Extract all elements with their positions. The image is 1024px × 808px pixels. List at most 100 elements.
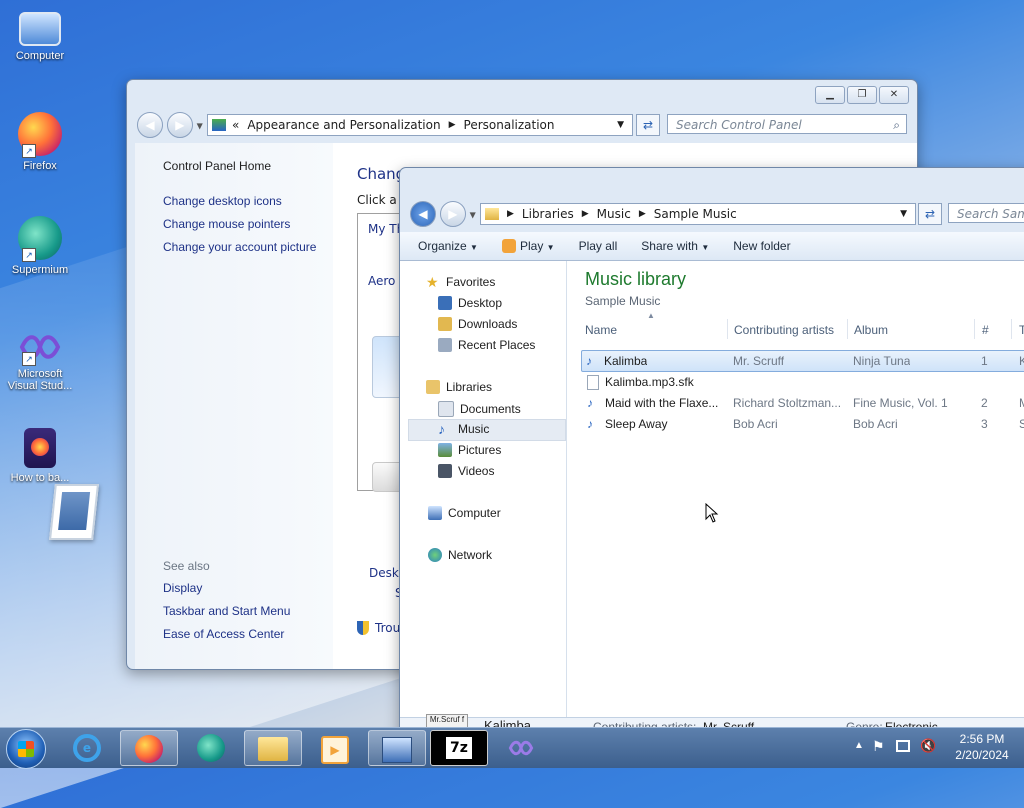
address-overflow[interactable]: « bbox=[232, 118, 239, 132]
breadcrumb-sample-music[interactable]: Sample Music bbox=[654, 207, 737, 221]
explorer-search-input[interactable]: Search Samp bbox=[948, 203, 1024, 223]
supermium-icon bbox=[197, 734, 225, 762]
nav-documents[interactable]: Documents bbox=[438, 401, 521, 417]
forward-button[interactable]: ▶ bbox=[439, 201, 466, 227]
recent-pages-dropdown-icon[interactable]: ▼ bbox=[470, 211, 476, 220]
play-all-button[interactable]: Play all bbox=[567, 239, 630, 253]
taskbar-7zip[interactable]: 7z bbox=[430, 730, 488, 766]
breadcrumb-libraries[interactable]: Libraries bbox=[522, 207, 574, 221]
link-ease-of-access[interactable]: Ease of Access Center bbox=[163, 627, 284, 641]
column-header-album[interactable]: Album bbox=[854, 323, 888, 337]
folder-icon bbox=[485, 208, 499, 220]
link-change-desktop-icons[interactable]: Change desktop icons bbox=[163, 194, 282, 208]
music-file-icon: ♪ bbox=[586, 354, 592, 368]
documents-icon bbox=[438, 401, 454, 417]
restore-button[interactable]: ❐ bbox=[847, 86, 877, 104]
new-folder-button[interactable]: New folder bbox=[721, 239, 802, 253]
play-menu[interactable]: Play ▼ bbox=[490, 239, 567, 254]
desktop-icon-how-to[interactable]: How to ba... bbox=[2, 428, 78, 484]
minimize-button[interactable]: ▁ bbox=[815, 86, 845, 104]
nav-computer[interactable]: Computer bbox=[428, 506, 501, 520]
nav-videos[interactable]: Videos bbox=[438, 464, 494, 478]
link-change-account-picture[interactable]: Change your account picture bbox=[163, 240, 316, 254]
nav-recent-places[interactable]: Recent Places bbox=[438, 338, 535, 352]
libraries-icon bbox=[426, 380, 440, 394]
firefox-icon bbox=[135, 735, 163, 763]
action-center-flag-icon[interactable]: ⚑ bbox=[872, 738, 885, 755]
link-taskbar-start-menu[interactable]: Taskbar and Start Menu bbox=[163, 604, 290, 618]
back-button[interactable]: ◀ bbox=[410, 201, 436, 227]
taskbar-visual-studio[interactable] bbox=[492, 730, 550, 766]
column-header-name[interactable]: Name bbox=[585, 323, 617, 337]
file-row-maid[interactable]: ♪ Maid with the Flaxe... Richard Stoltzm… bbox=[581, 393, 1024, 413]
back-button[interactable]: ◀ bbox=[137, 112, 163, 138]
desktop-icon bbox=[438, 296, 452, 310]
nav-downloads[interactable]: Downloads bbox=[438, 317, 517, 331]
desktop-icon-visual-studio[interactable]: ↗ Microsoft Visual Stud... bbox=[2, 330, 78, 392]
recent-pages-dropdown-icon[interactable]: ▼ bbox=[197, 122, 203, 131]
play-icon bbox=[501, 239, 516, 254]
taskbar-file-explorer[interactable] bbox=[244, 730, 302, 766]
address-dropdown-icon[interactable]: ▼ bbox=[900, 209, 907, 219]
taskbar-supermium[interactable] bbox=[182, 730, 240, 766]
nav-libraries[interactable]: Libraries bbox=[426, 380, 492, 394]
troubleshoot-link[interactable]: Trou bbox=[375, 621, 400, 635]
network-tray-icon[interactable] bbox=[896, 740, 910, 752]
desktop-icon-supermium[interactable]: ↗ Supermium bbox=[2, 216, 78, 276]
videos-icon bbox=[438, 464, 452, 478]
refresh-button[interactable]: ⇄ bbox=[636, 114, 660, 136]
sort-ascending-icon: ▲ bbox=[647, 311, 655, 320]
nav-pictures[interactable]: Pictures bbox=[438, 443, 501, 457]
file-row-kalimba-sfk[interactable]: Kalimba.mp3.sfk bbox=[581, 372, 1024, 392]
nav-network[interactable]: Network bbox=[428, 548, 492, 562]
taskbar-control-panel[interactable] bbox=[368, 730, 426, 766]
see-also-heading: See also bbox=[163, 559, 210, 573]
link-change-mouse-pointers[interactable]: Change mouse pointers bbox=[163, 217, 290, 231]
file-row-sleep-away[interactable]: ♪ Sleep Away Bob Acri Bob Acri 3 S bbox=[581, 414, 1024, 434]
link-display[interactable]: Display bbox=[163, 581, 202, 595]
breadcrumb-personalization[interactable]: Personalization bbox=[464, 118, 555, 132]
link-control-panel-home[interactable]: Control Panel Home bbox=[163, 159, 271, 173]
refresh-button[interactable]: ⇄ bbox=[918, 203, 942, 225]
breadcrumb-music[interactable]: Music bbox=[597, 207, 631, 221]
explorer-window[interactable]: ◀ ▶ ▼ ▶ Libraries ▶ Music ▶ Sample Music… bbox=[399, 167, 1024, 739]
explorer-address-bar[interactable]: ▶ Libraries ▶ Music ▶ Sample Music ▼ bbox=[480, 203, 916, 225]
column-header-title[interactable]: T bbox=[1019, 323, 1024, 337]
taskbar-internet-explorer[interactable]: e bbox=[58, 730, 116, 766]
media-player-icon: ▶ bbox=[321, 736, 349, 764]
clock-time[interactable]: 2:56 PM bbox=[952, 732, 1012, 746]
column-header-artists[interactable]: Contributing artists bbox=[734, 323, 834, 337]
nav-music[interactable]: ♪ Music bbox=[438, 422, 489, 436]
explorer-nav-buttons: ◀ ▶ ▼ bbox=[410, 201, 476, 227]
recycle-window-icon[interactable] bbox=[49, 484, 99, 540]
file-album: Bob Acri bbox=[853, 417, 898, 431]
share-with-menu[interactable]: Share with ▼ bbox=[629, 239, 721, 253]
desktop-icon-label: Supermium bbox=[11, 264, 69, 276]
control-panel-search-input[interactable]: Search Control Panel ⌕ bbox=[667, 114, 907, 134]
control-panel-address-bar[interactable]: « Appearance and Personalization ▶ Perso… bbox=[207, 114, 633, 136]
column-header-number[interactable]: # bbox=[982, 323, 989, 337]
nav-desktop[interactable]: Desktop bbox=[438, 296, 502, 310]
forward-button[interactable]: ▶ bbox=[166, 112, 193, 138]
start-button[interactable] bbox=[6, 729, 46, 769]
breadcrumb-appearance[interactable]: Appearance and Personalization bbox=[247, 118, 440, 132]
file-title: S bbox=[1019, 417, 1024, 431]
supermium-icon: ↗ bbox=[18, 216, 62, 262]
desktop-icon-firefox[interactable]: ↗ Firefox bbox=[2, 112, 78, 172]
shortcut-arrow-icon: ↗ bbox=[22, 248, 36, 262]
volume-muted-icon[interactable]: 🔇 bbox=[920, 738, 936, 754]
taskbar-firefox[interactable] bbox=[120, 730, 178, 766]
organize-menu[interactable]: Organize ▼ bbox=[400, 239, 490, 253]
taskbar-media-player[interactable]: ▶ bbox=[306, 730, 364, 766]
file-number: 2 bbox=[981, 396, 988, 410]
shortcut-arrow-icon: ↗ bbox=[22, 144, 36, 158]
control-panel-icon bbox=[212, 119, 226, 131]
nav-favorites[interactable]: ★ Favorites bbox=[426, 275, 495, 289]
desktop-icon-computer[interactable]: Computer bbox=[2, 8, 78, 62]
address-dropdown-icon[interactable]: ▼ bbox=[617, 120, 624, 130]
show-hidden-icons-icon[interactable]: ▲ bbox=[854, 740, 864, 751]
star-icon: ★ bbox=[426, 274, 439, 290]
close-button[interactable]: ✕ bbox=[879, 86, 909, 104]
clock-date[interactable]: 2/20/2024 bbox=[946, 748, 1018, 762]
file-row-kalimba[interactable]: ♪ Kalimba Mr. Scruff Ninja Tuna 1 K bbox=[581, 350, 1024, 372]
